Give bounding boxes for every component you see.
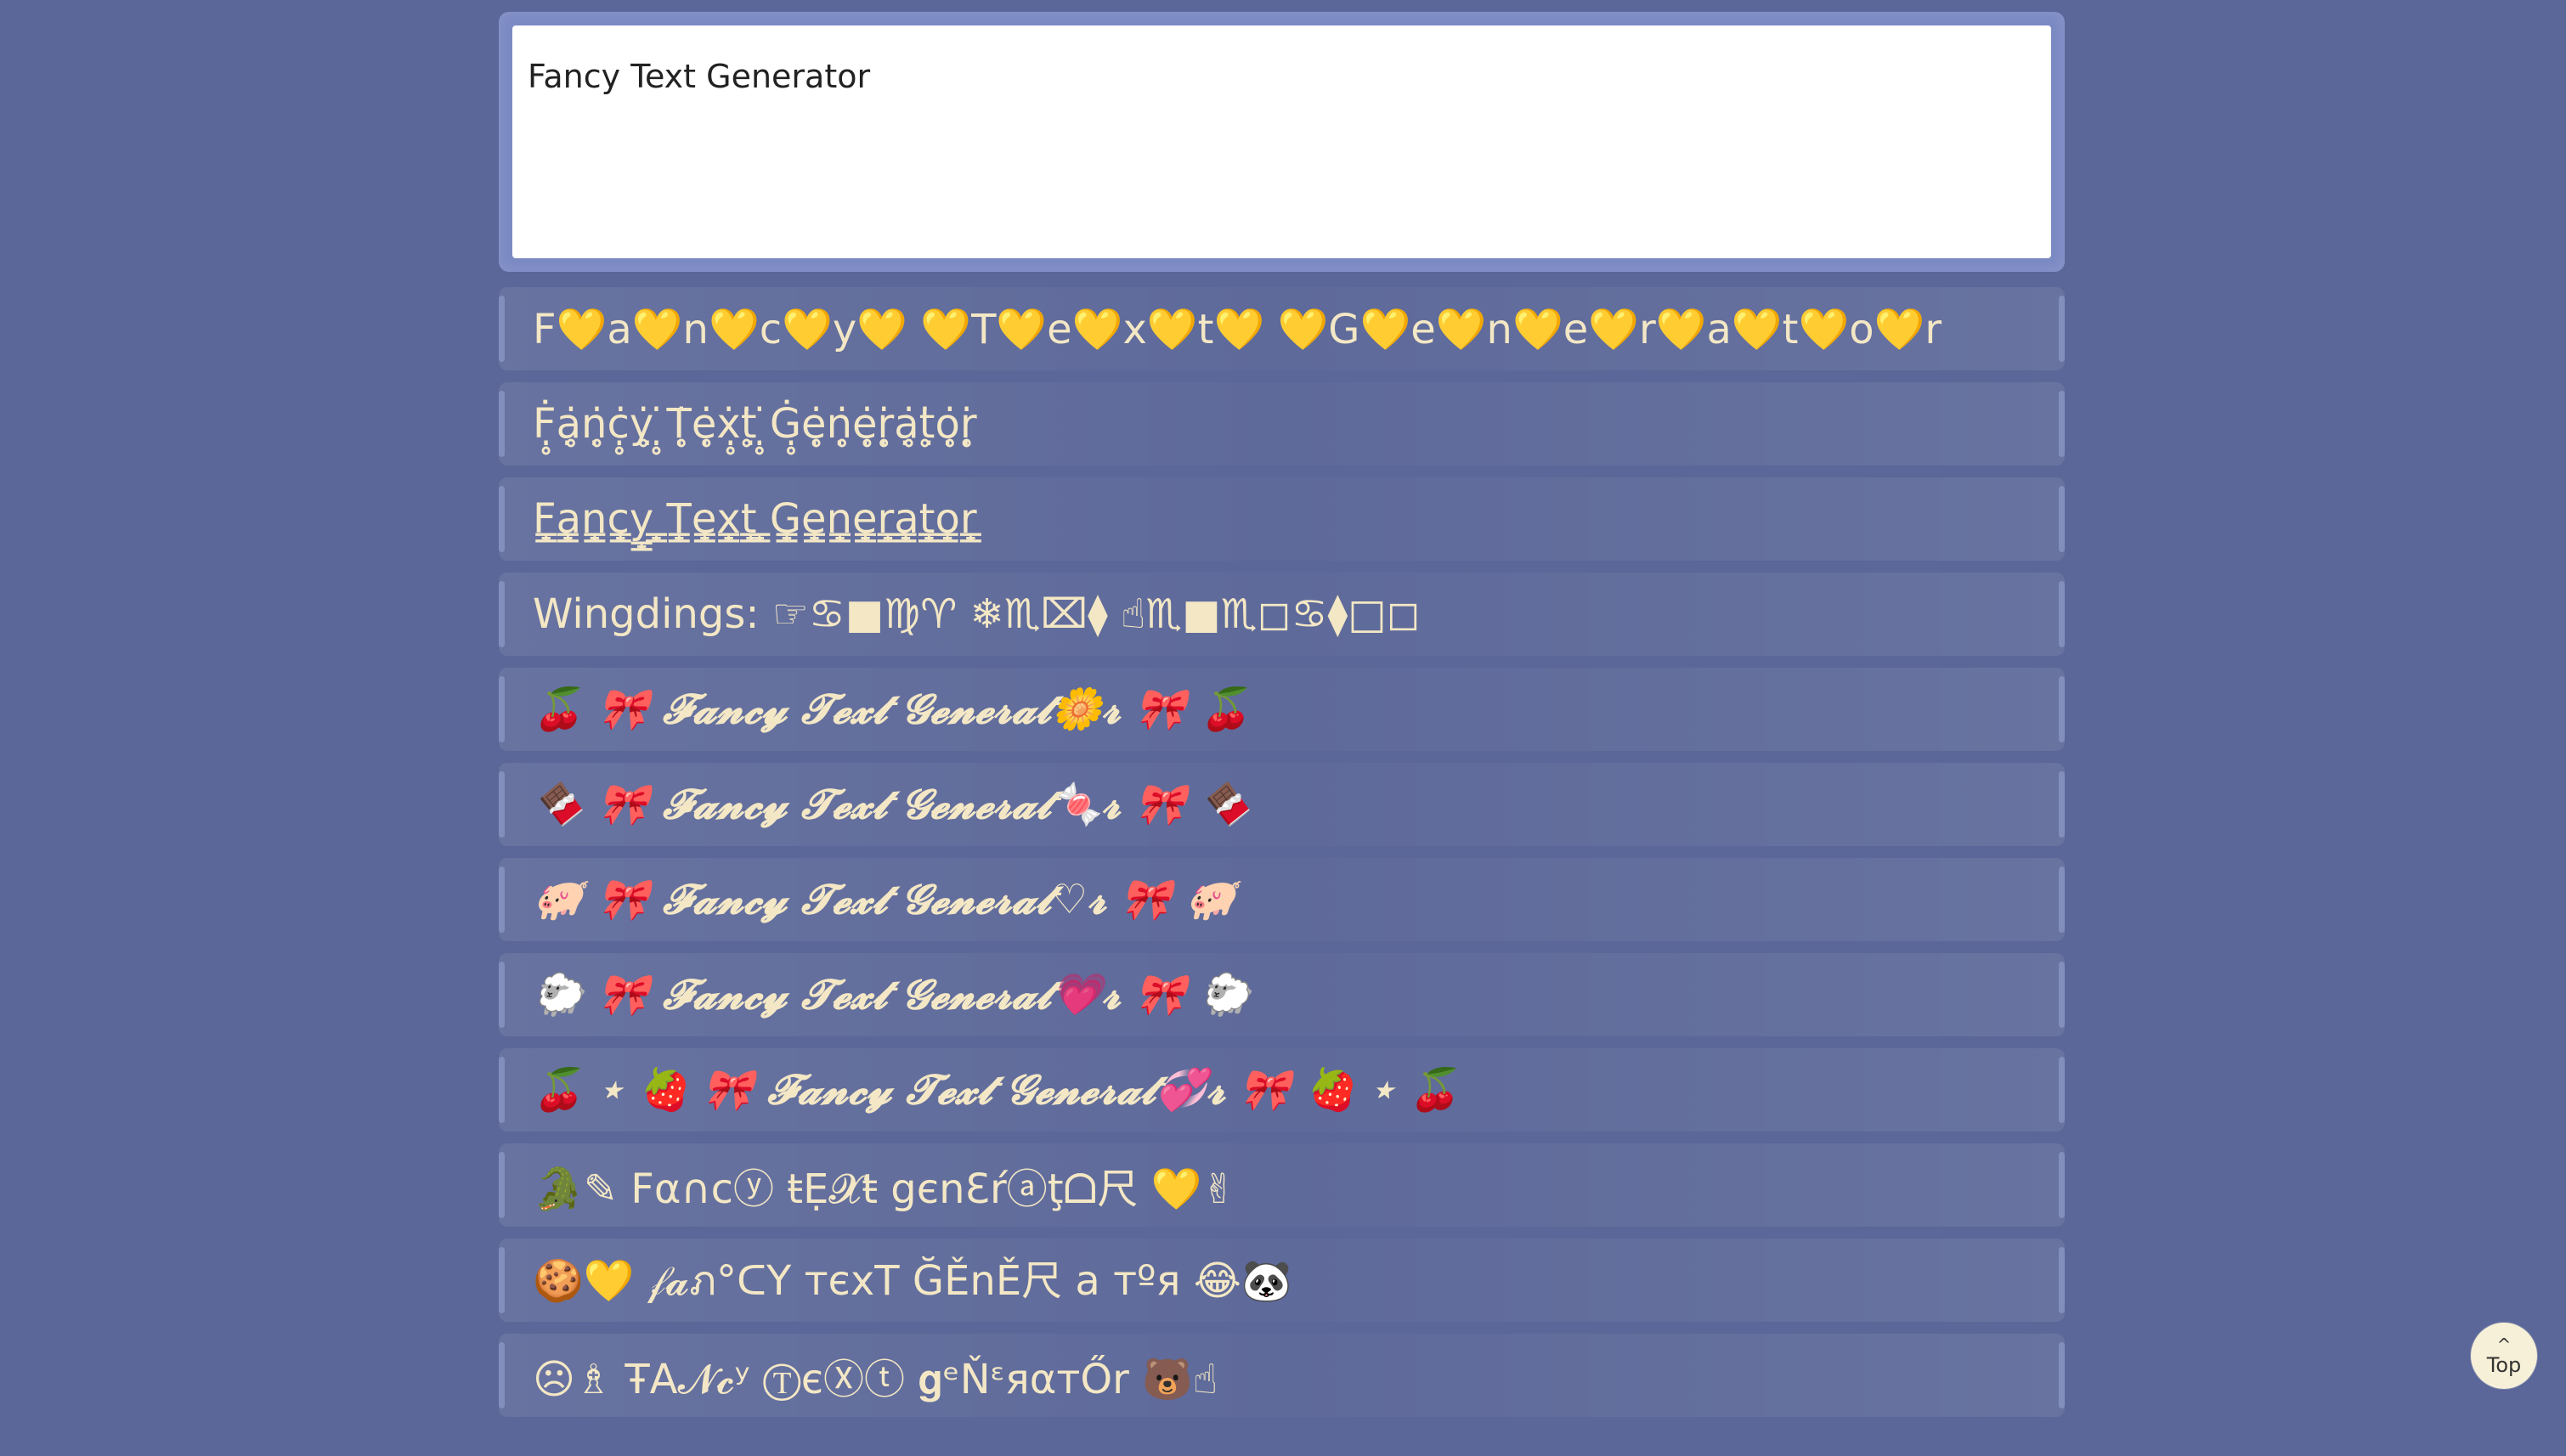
top-button-label: Top xyxy=(2486,1353,2522,1377)
result-text: ☹♗ ŦA𝓝𝓬ʸ ⓉєⓍⓣ 𝐠ᵉŇᵋяαтŐr 🐻☝ xyxy=(533,1356,1218,1403)
text-input[interactable] xyxy=(512,25,2051,258)
result-row[interactable]: 🐖 🎀 𝓕𝓪𝓷𝓬𝔂 𝓣𝓮𝔁𝓽 𝓖𝓮𝓷𝓮𝓻𝓪𝓽♡𝓻 🎀 🐖 xyxy=(499,858,2065,941)
result-row[interactable]: 🍫 🎀 𝓕𝓪𝓷𝓬𝔂 𝓣𝓮𝔁𝓽 𝓖𝓮𝓷𝓮𝓻𝓪𝓽🍬𝓻 🎀 🍫 xyxy=(499,763,2065,846)
main-column: F💛a💛n💛c💛y💛 💛T💛e💛x💛t💛 💛G💛e💛n💛e💛r💛a💛t💛o💛r … xyxy=(499,12,2065,1429)
fancy-text-generator-page: F💛a💛n💛c💛y💛 💛T💛e💛x💛t💛 💛G💛e💛n💛e💛r💛a💛t💛o💛r … xyxy=(0,0,2566,1456)
result-row[interactable]: F💛a💛n💛c💛y💛 💛T💛e💛x💛t💛 💛G💛e💛n💛e💛r💛a💛t💛o💛r xyxy=(499,287,2065,370)
result-text: 🍫 🎀 𝓕𝓪𝓷𝓬𝔂 𝓣𝓮𝔁𝓽 𝓖𝓮𝓷𝓮𝓻𝓪𝓽🍬𝓻 🎀 🍫 xyxy=(533,781,1251,828)
result-text: 🍒 🎀 𝓕𝓪𝓷𝓬𝔂 𝓣𝓮𝔁𝓽 𝓖𝓮𝓷𝓮𝓻𝓪𝓽🌼𝓻 🎀 🍒 xyxy=(533,686,1251,733)
result-row[interactable]: 🐑 🎀 𝓕𝓪𝓷𝓬𝔂 𝓣𝓮𝔁𝓽 𝓖𝓮𝓷𝓮𝓻𝓪𝓽💗𝓻 🎀 🐑 xyxy=(499,953,2065,1036)
results-list: F💛a💛n💛c💛y💛 💛T💛e💛x💛t💛 💛G💛e💛n💛e💛r💛a💛t💛o💛r … xyxy=(499,287,2065,1417)
result-row[interactable]: ☹♗ ŦA𝓝𝓬ʸ ⓉєⓍⓣ 𝐠ᵉŇᵋяαтŐr 🐻☝ xyxy=(499,1334,2065,1417)
input-panel xyxy=(499,12,2065,272)
result-text: Wingdings: ☞♋■♍♈ ❄♏⌧⧫ ☝♏■♏◻♋⧫□◻ xyxy=(533,590,1421,638)
back-to-top-button[interactable]: ^ Top xyxy=(2471,1323,2537,1389)
result-row[interactable]: 🍪💛 𝒻𝓪ภ°ᑕY тєxT ĞĚnĚ尺 a тºя 😂🐼 xyxy=(499,1239,2065,1322)
result-row[interactable]: F̳̟a̳̟n̳̟c̳̟y̳̟ ̳̟T̳̟e̳̟x̳̟t̳̟ ̳̟G̳̟e̳̟n… xyxy=(499,477,2065,561)
result-row[interactable]: 🍒 ⋆ 🍓 🎀 𝓕𝓪𝓷𝓬𝔂 𝓣𝓮𝔁𝓽 𝓖𝓮𝓷𝓮𝓻𝓪𝓽💞𝓻 🎀 🍓 ⋆ 🍒 xyxy=(499,1048,2065,1132)
result-text: 🍒 ⋆ 🍓 🎀 𝓕𝓪𝓷𝓬𝔂 𝓣𝓮𝔁𝓽 𝓖𝓮𝓷𝓮𝓻𝓪𝓽💞𝓻 🎀 🍓 ⋆ 🍒 xyxy=(533,1066,1461,1114)
result-row[interactable]: 🐊✎ Fα∩cⓨ ŧẸ𝓧ŧ gєnƐŕⓐţᗝ尺 💛✌ xyxy=(499,1143,2065,1227)
result-text: 🐊✎ Fα∩cⓨ ŧẸ𝓧ŧ gєnƐŕⓐţᗝ尺 💛✌ xyxy=(533,1165,1236,1213)
result-text: 🐑 🎀 𝓕𝓪𝓷𝓬𝔂 𝓣𝓮𝔁𝓽 𝓖𝓮𝓷𝓮𝓻𝓪𝓽💗𝓻 🎀 🐑 xyxy=(533,971,1251,1019)
chevron-up-icon: ^ xyxy=(2496,1335,2512,1355)
result-text: 🍪💛 𝒻𝓪ภ°ᑕY тєxT ĞĚnĚ尺 a тºя 😂🐼 xyxy=(533,1257,1292,1305)
result-row[interactable]: Wingdings: ☞♋■♍♈ ❄♏⌧⧫ ☝♏■♏◻♋⧫□◻ xyxy=(499,573,2065,656)
result-text: 🐖 🎀 𝓕𝓪𝓷𝓬𝔂 𝓣𝓮𝔁𝓽 𝓖𝓮𝓷𝓮𝓻𝓪𝓽♡𝓻 🎀 🐖 xyxy=(533,876,1236,923)
result-text: F̳̟a̳̟n̳̟c̳̟y̳̟ ̳̟T̳̟e̳̟x̳̟t̳̟ ̳̟G̳̟e̳̟n… xyxy=(533,495,977,543)
result-text: F💛a💛n💛c💛y💛 💛T💛e💛x💛t💛 💛G💛e💛n💛e💛r💛a💛t💛o💛r xyxy=(533,305,1942,353)
result-row[interactable]: 🍒 🎀 𝓕𝓪𝓷𝓬𝔂 𝓣𝓮𝔁𝓽 𝓖𝓮𝓷𝓮𝓻𝓪𝓽🌼𝓻 🎀 🍒 xyxy=(499,668,2065,751)
result-row[interactable]: Ḟ̣̥ạ̥̇ṇ̥̇ċ̣̥ỵ̥̇ ̣̥̇Ṭ̥̇ẹ̥̇ẋ̣̥ṭ̥̇ ̣̥̇Ġ̣̥ẹ̥… xyxy=(499,382,2065,466)
result-text: Ḟ̣̥ạ̥̇ṇ̥̇ċ̣̥ỵ̥̇ ̣̥̇Ṭ̥̇ẹ̥̇ẋ̣̥ṭ̥̇ ̣̥̇Ġ̣̥ẹ̥… xyxy=(533,400,977,448)
